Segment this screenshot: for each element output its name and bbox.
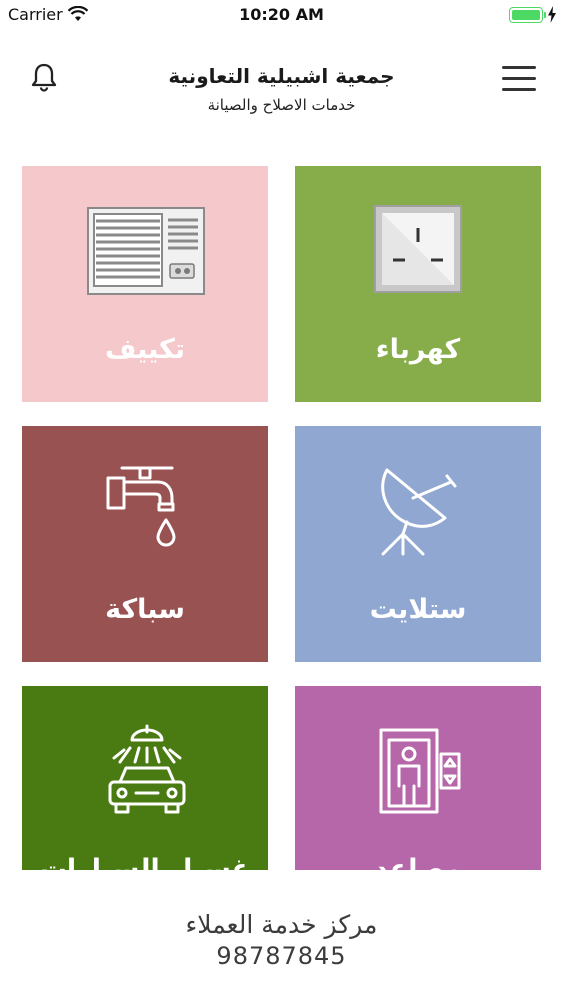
customer-service-phone[interactable]: 98787845	[0, 942, 563, 970]
service-tile-electricity[interactable]: كهرباء	[295, 166, 541, 402]
status-bar: Carrier 10:20 AM	[0, 0, 563, 30]
service-tile-ac[interactable]: تكييف	[22, 166, 268, 402]
service-label: غسيل السيارات	[39, 854, 251, 870]
service-label: سباكة	[105, 594, 185, 625]
customer-service-footer: مركز خدمة العملاء 98787845	[0, 870, 563, 1000]
car-wash-icon	[108, 724, 186, 814]
elevator-icon	[379, 728, 461, 814]
service-tile-elevator[interactable]: مصاعد	[295, 686, 541, 870]
service-label: مصاعد	[374, 854, 462, 870]
air-conditioner-icon	[87, 207, 205, 295]
app-header: جمعية اشبيلية التعاونية خدمات الاصلاح وا…	[0, 50, 563, 130]
service-tile-car-wash[interactable]: غسيل السيارات	[22, 686, 268, 870]
battery-icon	[509, 7, 543, 23]
services-grid: تكييف كهرباء سباكة ستلايت غسيل السيارات …	[0, 166, 563, 870]
service-label: ستلايت	[369, 594, 467, 625]
satellite-dish-icon	[381, 468, 457, 556]
service-tile-plumbing[interactable]: سباكة	[22, 426, 268, 662]
power-socket-icon	[374, 205, 462, 293]
service-label: تكييف	[104, 334, 186, 365]
clock-label: 10:20 AM	[239, 5, 324, 24]
page-title: جمعية اشبيلية التعاونية	[168, 64, 395, 88]
customer-service-title: مركز خدمة العملاء	[185, 910, 378, 939]
water-tap-icon	[106, 466, 176, 547]
service-tile-satellite[interactable]: ستلايت	[295, 426, 541, 662]
battery-tip	[544, 12, 546, 18]
hamburger-menu-icon[interactable]	[502, 66, 536, 92]
charging-bolt-icon	[548, 6, 556, 23]
page-subtitle: خدمات الاصلاح والصيانة	[207, 96, 356, 114]
service-label: كهرباء	[375, 334, 461, 365]
